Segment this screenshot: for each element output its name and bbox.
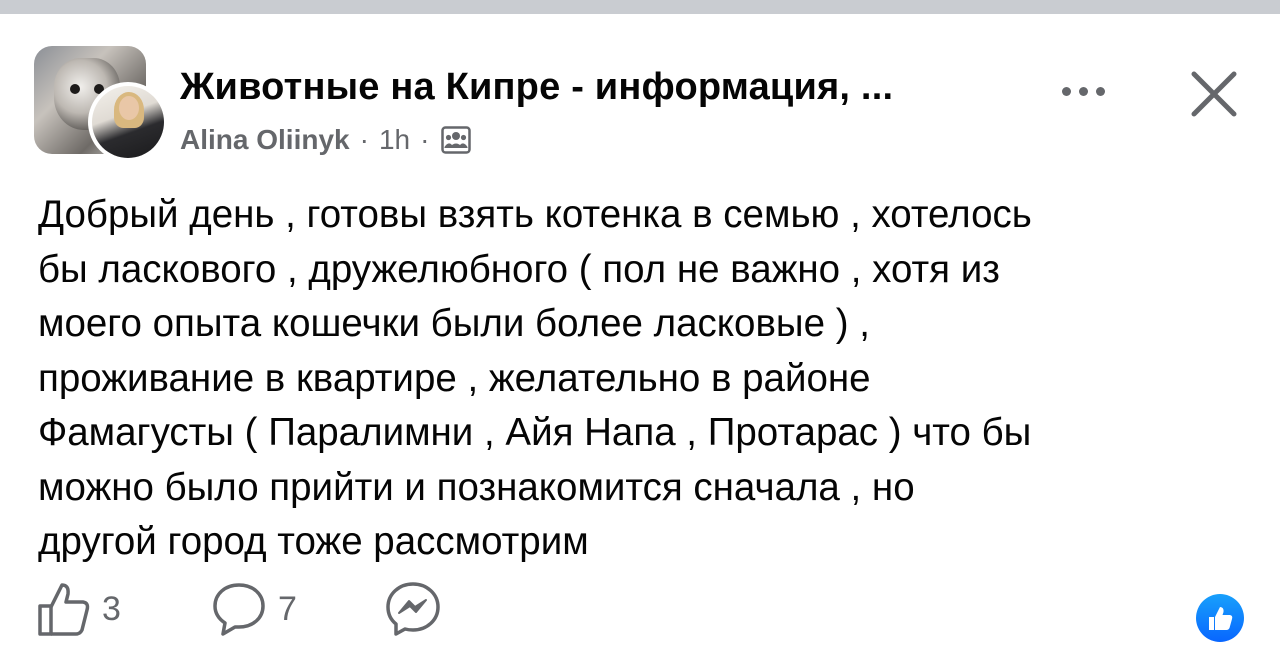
author-name[interactable]: Alina Oliinyk <box>180 124 350 156</box>
author-face <box>119 96 139 120</box>
post-body: Добрый день , готовы взять котенка в сем… <box>38 193 1032 563</box>
post-time[interactable]: 1h <box>379 124 410 156</box>
meta-separator: · <box>420 124 430 155</box>
comment-bubble-icon <box>210 580 268 638</box>
likes-count: 3 <box>102 589 121 628</box>
group-title[interactable]: Животные на Кипре - информация, ... <box>180 66 893 109</box>
comment-button[interactable]: 7 <box>210 580 297 638</box>
messenger-share-button[interactable] <box>384 580 442 638</box>
messenger-icon <box>384 580 442 638</box>
more-dot-icon <box>1078 86 1088 96</box>
author-photo <box>92 86 164 158</box>
like-button[interactable]: 3 <box>36 580 121 638</box>
more-dot-icon <box>1095 86 1105 96</box>
meta-separator: · <box>359 124 369 155</box>
top-divider <box>0 0 1280 15</box>
more-options-button[interactable] <box>1056 74 1110 108</box>
author-avatar[interactable] <box>88 82 168 162</box>
like-reaction-icon[interactable] <box>1196 594 1244 642</box>
more-dot-icon <box>1061 86 1071 96</box>
post-actions: 3 7 <box>0 580 1280 642</box>
comments-count: 7 <box>278 589 297 628</box>
group-audience-icon[interactable] <box>441 126 472 154</box>
post-meta: Alina Oliinyk · 1h · <box>180 124 472 156</box>
dog-eye <box>70 84 80 94</box>
post-card: Животные на Кипре - информация, ... Alin… <box>0 14 1280 663</box>
close-icon[interactable] <box>1188 68 1240 120</box>
thumbs-up-icon <box>36 580 92 638</box>
